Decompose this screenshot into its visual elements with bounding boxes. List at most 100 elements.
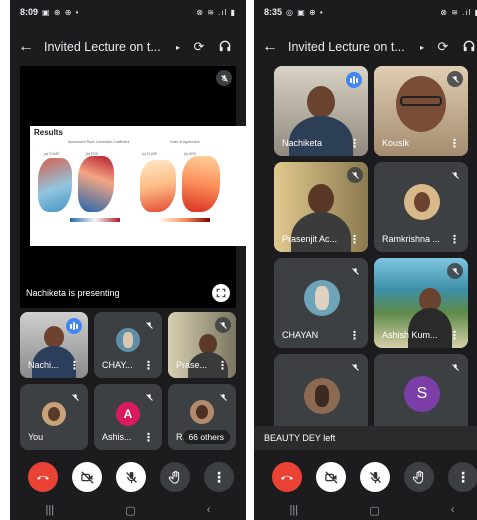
- meeting-app-bar: ← Invited Lecture on t... ▸ ⟳: [254, 30, 477, 64]
- mic-muted-icon: [347, 359, 363, 375]
- android-nav-bar: ||| ▢ ‹: [10, 500, 246, 520]
- presentation-area[interactable]: Results Spearman's Rank Correlation Coef…: [20, 66, 246, 308]
- nav-back-icon[interactable]: ‹: [451, 504, 455, 516]
- participant-avatar: [304, 280, 340, 316]
- more-options-icon[interactable]: ⋮: [143, 359, 154, 372]
- presenting-label: Nachiketa is presenting: [26, 288, 120, 298]
- nav-back-icon[interactable]: ‹: [207, 504, 211, 516]
- back-arrow-icon[interactable]: ←: [262, 38, 288, 56]
- participant-name: Nachiketa: [282, 138, 323, 148]
- mic-muted-icon: [216, 70, 232, 86]
- participant-tile-others[interactable]: R... 66 others: [168, 384, 236, 450]
- participant-tile[interactable]: CHAYAN ⋮: [274, 258, 368, 348]
- more-options-icon[interactable]: ⋮: [69, 359, 80, 372]
- chevron-right-icon[interactable]: ▸: [420, 43, 424, 52]
- mic-muted-icon: [141, 317, 157, 333]
- mic-muted-icon: [447, 71, 463, 87]
- status-system-icons: ⊗ ≋ .ıl ▮: [440, 7, 477, 17]
- more-options-icon[interactable]: ⋮: [349, 233, 360, 246]
- right-phone-screen: 8:35 ◎ ▣ ⊕ • ⊗ ≋ .ıl ▮ ← Invited Lecture…: [254, 0, 477, 520]
- recent-apps-icon[interactable]: |||: [290, 504, 299, 516]
- participant-tile[interactable]: Ramkrishna ... ⋮: [374, 162, 468, 252]
- call-controls: ⋮: [10, 462, 246, 492]
- participant-tile[interactable]: A Ashis... ⋮: [94, 384, 162, 450]
- mic-muted-icon: [215, 317, 231, 333]
- more-options-icon[interactable]: ⋮: [449, 137, 460, 150]
- more-options-icon[interactable]: ⋮: [349, 137, 360, 150]
- slide-caption-left: Spearman's Rank Correlation Coefficient: [68, 140, 130, 144]
- mic-muted-icon: [141, 389, 157, 405]
- participant-tile-self[interactable]: You: [20, 384, 88, 450]
- more-options-icon[interactable]: ⋮: [449, 329, 460, 342]
- status-time: 8:09: [20, 7, 39, 17]
- raise-hand-button[interactable]: [160, 462, 190, 492]
- home-icon[interactable]: ▢: [125, 504, 135, 517]
- mic-toggle-button[interactable]: [116, 462, 146, 492]
- participant-name: Kousik: [382, 138, 410, 148]
- meeting-title[interactable]: Invited Lecture on t...: [44, 40, 174, 54]
- more-options-button[interactable]: ⋮: [448, 462, 477, 492]
- more-options-icon[interactable]: ⋮: [217, 359, 228, 372]
- participant-tile[interactable]: Ashish Kum... ⋮: [374, 258, 468, 348]
- participant-face: [307, 86, 335, 118]
- raise-hand-button[interactable]: [404, 462, 434, 492]
- participant-tile[interactable]: Nachi... ⋮: [20, 312, 88, 378]
- participant-name: Ramkrishna ...: [382, 234, 441, 244]
- mic-muted-icon: [447, 167, 463, 183]
- more-options-button[interactable]: ⋮: [204, 462, 234, 492]
- audio-output-icon[interactable]: [212, 39, 238, 56]
- switch-camera-icon[interactable]: ⟳: [186, 39, 212, 55]
- camera-toggle-button[interactable]: [316, 462, 346, 492]
- camera-toggle-button[interactable]: [72, 462, 102, 492]
- more-options-icon[interactable]: ⋮: [143, 431, 154, 444]
- home-icon[interactable]: ▢: [369, 504, 379, 517]
- participant-left-toast: BEAUTY DEY left: [254, 426, 477, 450]
- others-count-badge[interactable]: 66 others: [182, 430, 230, 444]
- audio-output-icon[interactable]: [456, 39, 477, 56]
- switch-camera-icon[interactable]: ⟳: [430, 39, 456, 55]
- participant-name: Prasenjit Ac...: [282, 234, 338, 244]
- slide-map-label: (a) CLIMP: [44, 152, 60, 156]
- participant-tile[interactable]: Prase... ⋮: [168, 312, 236, 378]
- participant-tile[interactable]: Nachiketa ⋮: [274, 66, 368, 156]
- status-bar: 8:35 ◎ ▣ ⊕ • ⊗ ≋ .ıl ▮: [254, 0, 477, 24]
- recent-apps-icon[interactable]: |||: [46, 504, 55, 516]
- participant-avatar-initial: A: [116, 402, 140, 426]
- participant-name: You: [28, 432, 44, 442]
- raise-hand-icon: [412, 470, 423, 484]
- participant-tile[interactable]: CHAY... ⋮: [94, 312, 162, 378]
- status-time: 8:35: [264, 7, 283, 17]
- slide-map-image: [140, 160, 176, 212]
- fullscreen-icon[interactable]: [212, 284, 230, 302]
- status-bar: 8:09 ▣ ⊕ ⊕ • ⊗ ≋ .ıl ▮: [10, 0, 246, 24]
- participant-body: [408, 308, 452, 348]
- participant-face: [44, 326, 64, 348]
- mic-muted-icon: [447, 263, 463, 279]
- participant-tile[interactable]: Kousik ⋮: [374, 66, 468, 156]
- participant-avatar: [116, 328, 140, 352]
- chevron-right-icon[interactable]: ▸: [176, 43, 180, 52]
- slide-caption-right: Index of Agreement: [170, 140, 200, 144]
- call-controls: ⋮: [254, 462, 477, 492]
- glasses-graphic: [400, 96, 442, 106]
- end-call-button[interactable]: [28, 462, 58, 492]
- slide-map-image: [182, 156, 220, 212]
- participant-face: [308, 184, 334, 214]
- meeting-title[interactable]: Invited Lecture on t...: [288, 40, 418, 54]
- mic-off-icon: [125, 471, 137, 483]
- slide-map-label: (c) CLIMP: [142, 152, 158, 156]
- mic-toggle-button[interactable]: [360, 462, 390, 492]
- more-options-icon[interactable]: ⋮: [449, 233, 460, 246]
- participant-name: Prase...: [176, 360, 208, 370]
- mic-muted-icon: [347, 263, 363, 279]
- participant-tile[interactable]: Prasenjit Ac... ⋮: [274, 162, 368, 252]
- back-arrow-icon[interactable]: ←: [18, 38, 44, 56]
- mic-muted-icon: [447, 359, 463, 375]
- end-call-button[interactable]: [272, 462, 302, 492]
- slide-title: Results: [34, 128, 63, 137]
- slide-map-image: [78, 156, 114, 212]
- more-options-icon[interactable]: ⋮: [349, 329, 360, 342]
- status-system-icons: ⊗ ≋ .ıl ▮: [196, 7, 236, 17]
- mic-off-icon: [369, 471, 381, 483]
- mic-muted-icon: [67, 389, 83, 405]
